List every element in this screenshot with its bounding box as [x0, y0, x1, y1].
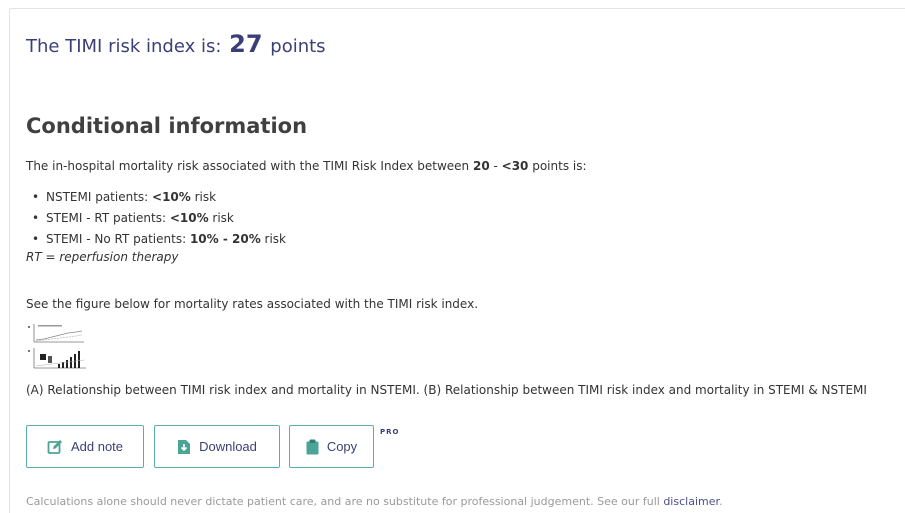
intro-before: The in-hospital mortality risk associate… — [26, 159, 473, 173]
intro-after: points is: — [528, 159, 587, 173]
disclaimer: Calculations alone should never dictate … — [26, 495, 723, 508]
result-title: The TIMI risk index is: 27 points — [26, 30, 326, 58]
list-item: STEMI - No RT patients: 10% - 20% risk — [32, 230, 286, 251]
result-prefix: The TIMI risk index is: — [26, 36, 222, 57]
intro-text: The in-hospital mortality risk associate… — [26, 159, 587, 173]
rt-note: RT = reperfusion therapy — [26, 250, 179, 264]
result-score: 27 — [229, 30, 263, 58]
risk-label: NSTEMI patients: — [46, 190, 153, 204]
disclaimer-end: . — [719, 495, 723, 508]
risk-label: STEMI - RT patients: — [46, 211, 170, 225]
figure-caption: (A) Relationship between TIMI risk index… — [26, 383, 867, 397]
copy-label: Copy — [326, 439, 358, 454]
see-figure-text: See the figure below for mortality rates… — [26, 297, 479, 311]
clipboard-icon — [306, 439, 319, 455]
figure-thumbnail-graphic — [28, 320, 92, 372]
risk-suffix: risk — [260, 232, 287, 246]
figure-thumbnail[interactable] — [28, 320, 92, 372]
download-button[interactable]: Download — [154, 425, 280, 468]
list-item: STEMI - RT patients: <10% risk — [32, 209, 286, 230]
add-note-label: Add note — [70, 439, 124, 454]
range-high: <30 — [501, 159, 529, 173]
section-title: Conditional information — [26, 114, 308, 138]
risk-suffix: risk — [208, 211, 234, 225]
edit-note-icon — [47, 439, 63, 455]
add-note-button[interactable]: Add note — [26, 425, 144, 468]
download-icon — [177, 439, 191, 455]
risk-suffix: risk — [190, 190, 217, 204]
risk-value: <10% — [152, 190, 191, 204]
result-unit: points — [270, 36, 326, 57]
copy-button[interactable]: Copy — [289, 425, 374, 468]
risk-label: STEMI - No RT patients: — [46, 232, 190, 246]
risk-value: 10% - 20% — [189, 232, 261, 246]
range-low: 20 — [472, 159, 490, 173]
list-item: NSTEMI patients: <10% risk — [32, 188, 286, 209]
disclaimer-text: Calculations alone should never dictate … — [26, 495, 664, 508]
disclaimer-link[interactable]: disclaimer — [663, 495, 719, 508]
download-label: Download — [199, 439, 257, 454]
risk-list: NSTEMI patients: <10% risk STEMI - RT pa… — [32, 188, 286, 251]
pro-badge: PRO — [380, 428, 400, 436]
range-sep: - — [489, 159, 502, 173]
risk-value: <10% — [169, 211, 209, 225]
